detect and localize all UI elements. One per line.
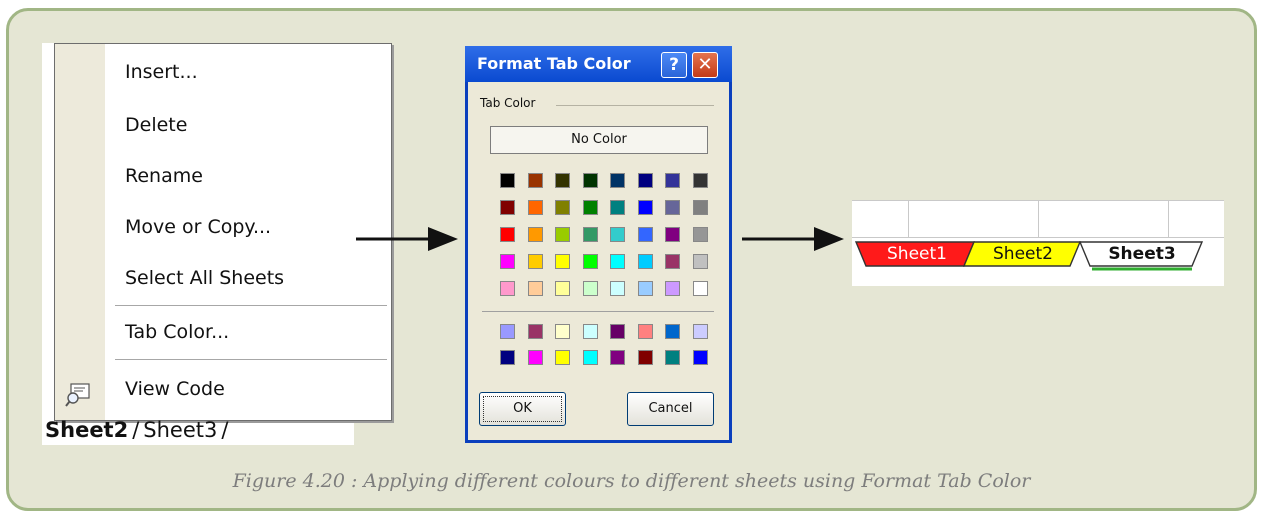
color-swatch[interactable] — [665, 200, 680, 215]
menu-item-view-code[interactable]: View Code — [125, 378, 225, 400]
color-swatch[interactable] — [500, 281, 515, 296]
color-swatch[interactable] — [665, 254, 680, 269]
color-swatch[interactable] — [527, 227, 543, 242]
sheet-tab-sheet2[interactable]: Sheet2 — [974, 242, 1072, 267]
color-swatch[interactable] — [610, 227, 625, 242]
color-swatch[interactable] — [665, 227, 680, 242]
sheet-tab-bar: Sheet2/Sheet3/ — [45, 418, 232, 442]
tab-color-group-label: Tab Color — [480, 96, 536, 110]
color-swatch[interactable] — [665, 281, 680, 296]
gridline — [1168, 200, 1169, 238]
colored-sheet-tabs: Sheet1 Sheet2 Sheet3 — [852, 200, 1224, 286]
color-swatch[interactable] — [582, 254, 598, 269]
menu-item-insert[interactable]: Insert... — [125, 61, 198, 83]
color-swatch[interactable] — [692, 173, 708, 188]
color-swatch[interactable] — [582, 227, 598, 242]
color-swatch[interactable] — [692, 324, 708, 339]
color-swatch[interactable] — [527, 281, 543, 296]
dialog-title-bar: Format Tab Color ? ✕ — [465, 46, 732, 82]
color-swatch[interactable] — [637, 200, 653, 215]
color-swatch[interactable] — [527, 173, 543, 188]
color-swatch[interactable] — [500, 324, 515, 339]
color-swatch[interactable] — [582, 281, 598, 296]
color-swatch[interactable] — [527, 254, 543, 269]
color-swatch[interactable] — [637, 254, 653, 269]
color-swatch[interactable] — [637, 281, 653, 296]
menu-item-tab-color[interactable]: Tab Color... — [125, 321, 229, 343]
color-swatch[interactable] — [500, 227, 515, 242]
color-swatch[interactable] — [582, 350, 598, 365]
color-swatch[interactable] — [610, 324, 625, 339]
sheet-tab[interactable]: Sheet3 — [143, 418, 217, 442]
arrow-right-icon — [356, 227, 458, 251]
color-swatch[interactable] — [610, 350, 625, 365]
color-swatch[interactable] — [527, 324, 543, 339]
group-divider — [556, 105, 714, 106]
color-swatch[interactable] — [582, 200, 598, 215]
view-code-icon — [65, 383, 90, 407]
close-button[interactable]: ✕ — [692, 52, 718, 78]
color-swatch[interactable] — [500, 350, 515, 365]
format-tab-color-dialog: Format Tab Color ? ✕ Tab Color No Color … — [465, 46, 732, 443]
gridline — [908, 200, 909, 238]
color-swatch[interactable] — [555, 173, 570, 188]
menu-item-select-all-sheets[interactable]: Select All Sheets — [125, 267, 284, 289]
color-swatch[interactable] — [555, 200, 570, 215]
color-swatch[interactable] — [610, 281, 625, 296]
color-swatch[interactable] — [582, 173, 598, 188]
tab-separator: / — [132, 418, 140, 442]
color-swatch[interactable] — [555, 324, 570, 339]
color-swatch[interactable] — [637, 227, 653, 242]
color-swatch[interactable] — [500, 200, 515, 215]
color-swatch[interactable] — [637, 324, 653, 339]
menu-separator — [115, 359, 387, 360]
color-swatch[interactable] — [582, 324, 598, 339]
color-swatch[interactable] — [665, 173, 680, 188]
help-button[interactable]: ? — [661, 52, 687, 78]
dialog-title: Format Tab Color — [477, 54, 631, 73]
sheet-tab-sheet1[interactable]: Sheet1 — [868, 242, 966, 267]
color-swatch[interactable] — [610, 254, 625, 269]
color-swatch[interactable] — [665, 324, 680, 339]
sheet-tab-sheet3[interactable]: Sheet3 — [1092, 242, 1192, 267]
no-color-button[interactable]: No Color — [490, 126, 708, 154]
color-swatch[interactable] — [527, 200, 543, 215]
color-swatch[interactable] — [555, 350, 570, 365]
ok-button-label: OK — [483, 396, 562, 422]
context-menu-panel: Insert... Delete Rename Move or Copy... … — [42, 43, 392, 445]
color-swatch[interactable] — [665, 350, 680, 365]
tab-separator: / — [221, 418, 229, 442]
color-swatch[interactable] — [500, 254, 515, 269]
color-swatch[interactable] — [610, 200, 625, 215]
color-swatch[interactable] — [500, 173, 515, 188]
color-swatch[interactable] — [637, 350, 653, 365]
palette-separator — [482, 311, 714, 312]
figure-caption: Figure 4.20 : Applying different colours… — [232, 470, 1031, 492]
menu-icon-gutter — [55, 44, 105, 420]
gridline — [1038, 200, 1039, 238]
color-swatch[interactable] — [555, 254, 570, 269]
sheet-tab-active[interactable]: Sheet2 — [45, 418, 128, 442]
menu-item-delete[interactable]: Delete — [125, 114, 187, 136]
color-swatch[interactable] — [555, 227, 570, 242]
color-swatch[interactable] — [527, 350, 543, 365]
ok-button[interactable]: OK — [479, 392, 566, 426]
cancel-button[interactable]: Cancel — [627, 392, 714, 426]
color-swatch[interactable] — [692, 200, 708, 215]
menu-separator — [115, 305, 387, 306]
color-swatch[interactable] — [637, 173, 653, 188]
color-swatch[interactable] — [692, 350, 708, 365]
arrow-right-icon — [742, 227, 844, 251]
color-swatch[interactable] — [692, 281, 708, 296]
color-swatch[interactable] — [610, 173, 625, 188]
color-swatch[interactable] — [692, 254, 708, 269]
context-menu: Insert... Delete Rename Move or Copy... … — [54, 43, 392, 421]
menu-item-rename[interactable]: Rename — [125, 165, 203, 187]
color-swatch[interactable] — [692, 227, 708, 242]
color-swatch[interactable] — [555, 281, 570, 296]
menu-item-move-or-copy[interactable]: Move or Copy... — [125, 216, 271, 238]
